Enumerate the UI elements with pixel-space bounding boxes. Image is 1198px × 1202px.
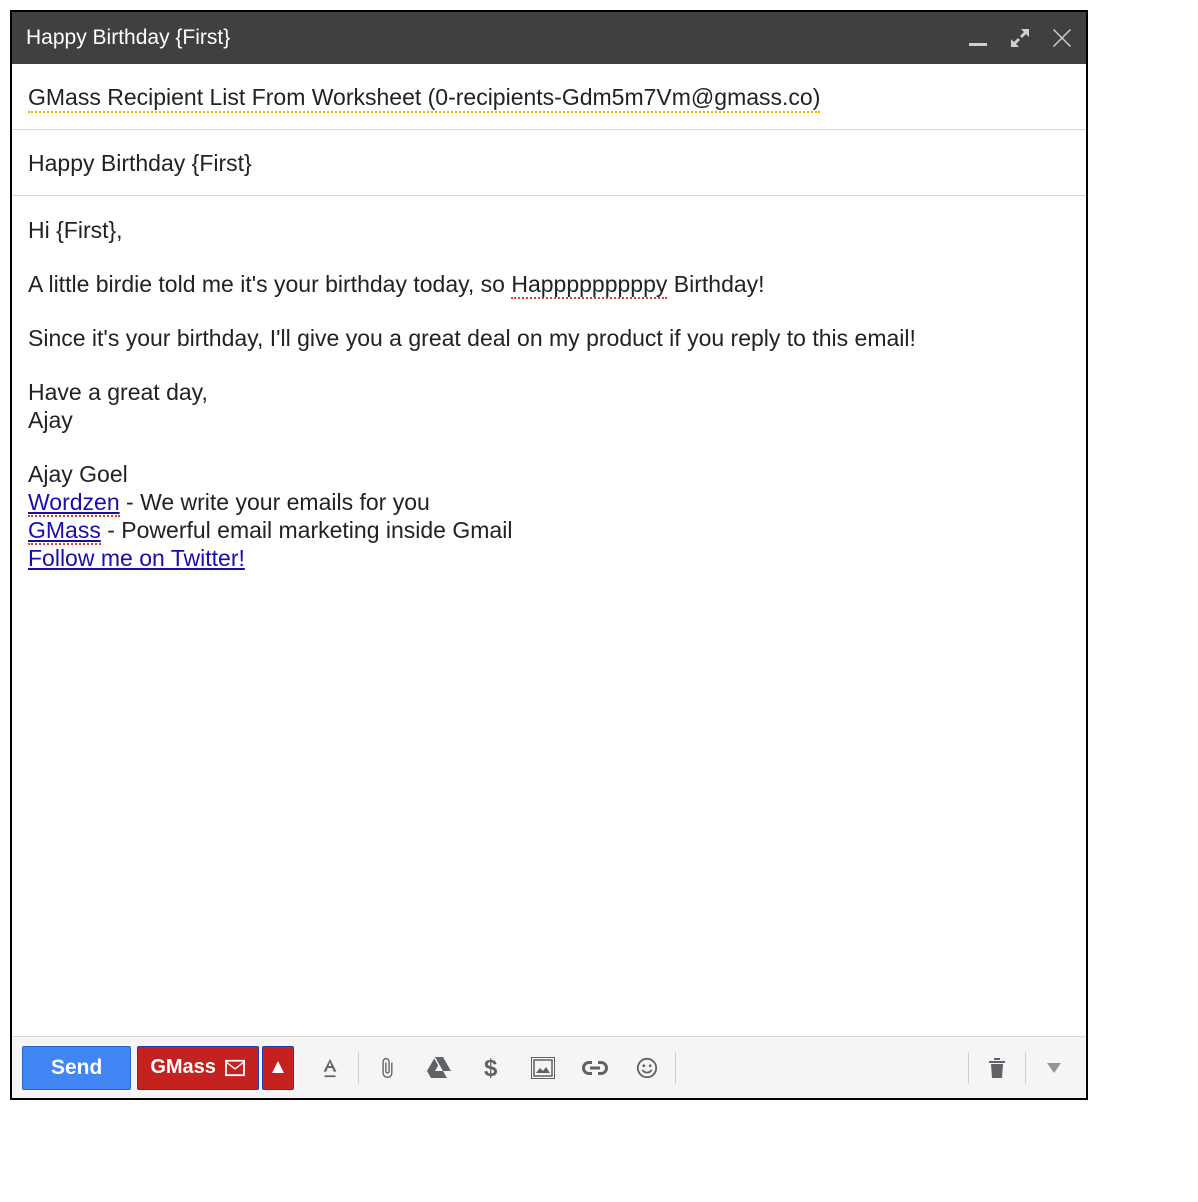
signature-line-3: Follow me on Twitter! <box>28 544 1070 572</box>
separator <box>968 1052 969 1084</box>
compose-toolbar: Send GMass $ <box>12 1036 1086 1098</box>
insert-link-button[interactable] <box>569 1046 621 1090</box>
money-button[interactable]: $ <box>465 1046 517 1090</box>
signature-line-1: Wordzen - We write your emails for you <box>28 488 1070 516</box>
gmass-envelope-icon <box>224 1059 246 1077</box>
expand-icon[interactable] <box>1010 28 1030 48</box>
emoji-button[interactable] <box>621 1046 673 1090</box>
titlebar-controls <box>968 28 1072 48</box>
formatting-button[interactable] <box>304 1046 356 1090</box>
signature-name: Ajay Goel <box>28 460 1070 488</box>
minimize-icon[interactable] <box>968 28 988 48</box>
recipient-chip[interactable]: GMass Recipient List From Worksheet (0-r… <box>28 84 820 113</box>
drive-button[interactable] <box>413 1046 465 1090</box>
separator <box>675 1052 676 1084</box>
body-signoff-line1: Have a great day, <box>28 378 1070 406</box>
subject-field[interactable]: Happy Birthday {First} <box>12 130 1086 196</box>
spell-error: Happpppppppy <box>511 271 667 299</box>
gmass-button[interactable]: GMass <box>137 1046 259 1090</box>
recipients-row[interactable]: GMass Recipient List From Worksheet (0-r… <box>12 64 1086 130</box>
body-paragraph-1: A little birdie told me it's your birthd… <box>28 270 1070 298</box>
up-arrow-icon <box>272 1061 284 1075</box>
message-body[interactable]: Hi {First}, A little birdie told me it's… <box>12 196 1086 1036</box>
signature-line-2: GMass - Powerful email marketing inside … <box>28 516 1070 544</box>
separator <box>1025 1052 1026 1084</box>
gmass-label: GMass <box>150 1056 216 1079</box>
gmass-dropdown-button[interactable] <box>262 1046 294 1090</box>
compose-window: Happy Birthday {First} GMass Recipient L… <box>10 10 1088 1100</box>
body-paragraph-2: Since it's your birthday, I'll give you … <box>28 324 1070 352</box>
body-greeting: Hi {First}, <box>28 216 1070 244</box>
more-options-button[interactable] <box>1028 1046 1080 1090</box>
send-button[interactable]: Send <box>22 1046 131 1090</box>
discard-button[interactable] <box>971 1046 1023 1090</box>
signature-block: Ajay Goel Wordzen - We write your emails… <box>28 460 1070 572</box>
twitter-link[interactable]: Follow me on Twitter! <box>28 545 245 571</box>
insert-photo-button[interactable] <box>517 1046 569 1090</box>
body-signoff-line2: Ajay <box>28 406 1070 434</box>
wordzen-link[interactable]: Wordzen <box>28 489 120 517</box>
subject-text: Happy Birthday {First} <box>28 150 252 176</box>
separator <box>358 1052 359 1084</box>
svg-text:$: $ <box>484 1056 498 1080</box>
close-icon[interactable] <box>1052 28 1072 48</box>
attach-button[interactable] <box>361 1046 413 1090</box>
window-title: Happy Birthday {First} <box>26 26 968 50</box>
titlebar: Happy Birthday {First} <box>12 12 1086 64</box>
gmass-link[interactable]: GMass <box>28 517 101 545</box>
